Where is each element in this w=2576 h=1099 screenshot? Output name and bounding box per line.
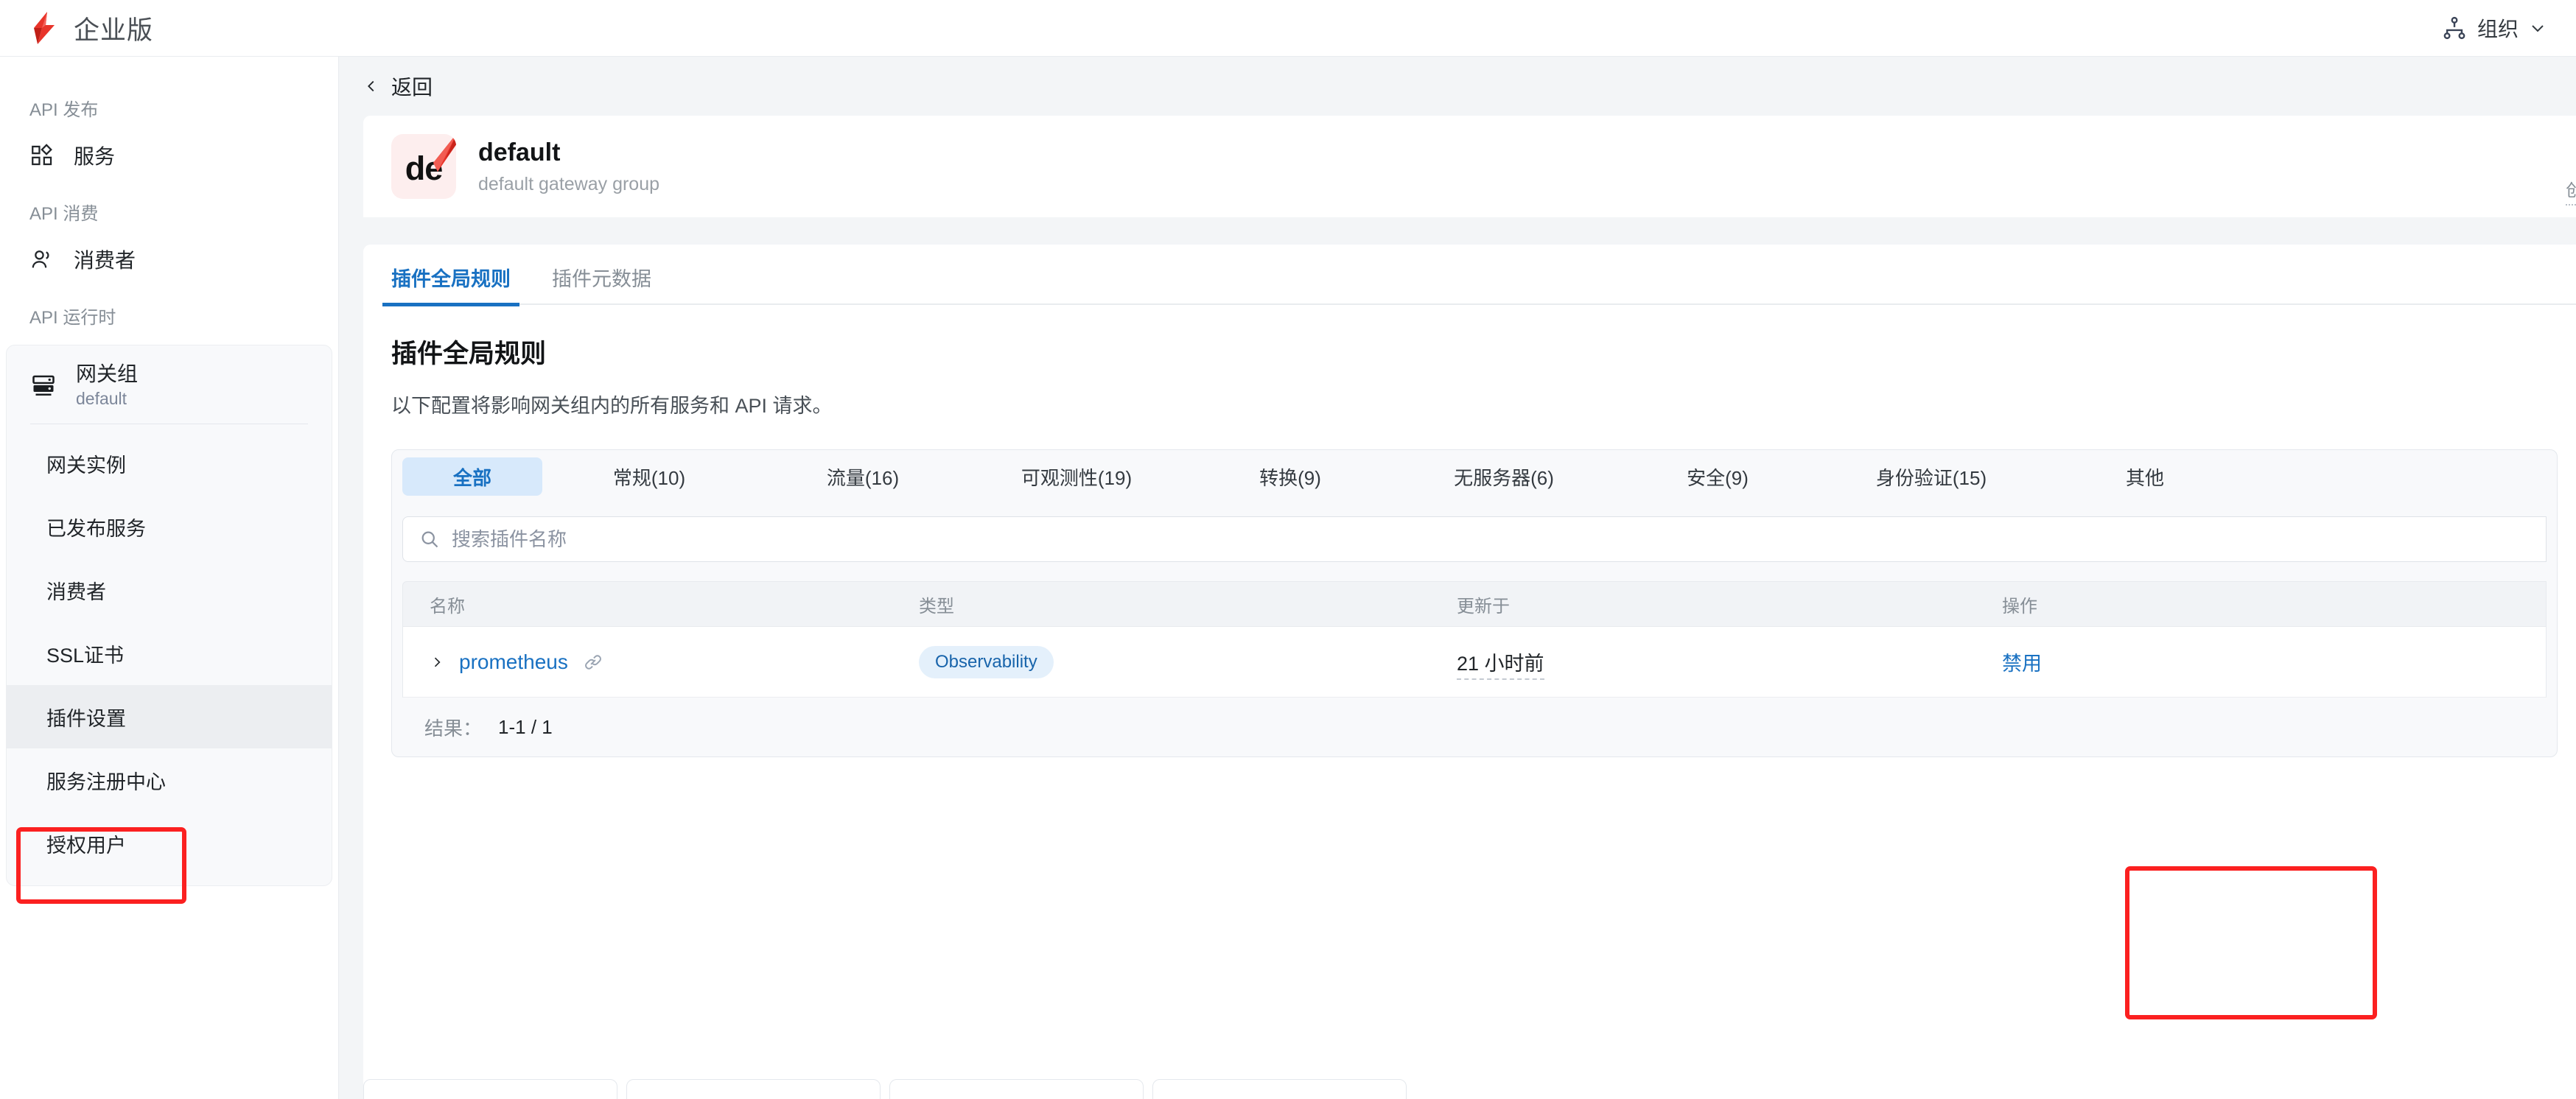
bottom-card[interactable] xyxy=(626,1079,881,1099)
bottom-card[interactable] xyxy=(889,1079,1144,1099)
created-time: 创建时间: 12 小时前 xyxy=(2566,176,2576,206)
gateway-group-title: 网关组 xyxy=(76,362,139,385)
sidebar-item-consumers-runtime[interactable]: 消费者 xyxy=(7,558,332,622)
chip-serverless[interactable]: 无服务器(6) xyxy=(1397,457,1611,496)
grid-shapes-icon xyxy=(32,144,52,166)
avatar: de xyxy=(391,134,456,199)
hero-meta: default default gateway group xyxy=(478,138,659,195)
sidebar-section-api-runtime: API 运行时 xyxy=(29,308,116,328)
chip-other[interactable]: 其他 xyxy=(2038,457,2252,496)
chip-all[interactable]: 全部 xyxy=(402,457,542,496)
sidebar-section-api-consume: API 消费 xyxy=(29,204,99,224)
brand[interactable]: 企业版 xyxy=(28,10,153,47)
search-input[interactable] xyxy=(452,527,894,551)
chip-security[interactable]: 安全(9) xyxy=(1611,457,1824,496)
plugin-panel: 插件全局规则 插件元数据 插件全局规则 以下配置将影响网关组内的所有服务和 AP… xyxy=(363,245,2576,1099)
column-header-action: 操作 xyxy=(2002,596,2037,617)
panel-description: 以下配置将影响网关组内的所有服务和 API 请求。 xyxy=(391,395,833,417)
chevron-right-icon[interactable] xyxy=(430,653,444,671)
column-header-updated: 更新于 xyxy=(1457,596,1510,617)
cell-type: Observability xyxy=(919,645,1457,678)
updated-time: 21 小时前 xyxy=(1457,653,1544,680)
org-selector[interactable]: 组织 xyxy=(2442,13,2547,43)
sidebar-section-api-publish: API 发布 xyxy=(29,100,99,120)
category-filter-row: 全部 常规(10) 流量(16) 可观测性(19) 转换(9) 无服务器(6) … xyxy=(392,450,2557,503)
sidebar-item-label: SSL证书 xyxy=(46,644,125,667)
sidebar: API 发布 服务 API 消费 消费者 API 运行时 网关组 default… xyxy=(0,57,339,1099)
server-rack-icon xyxy=(32,375,55,396)
sidebar-item-plugin-settings[interactable]: 插件设置 xyxy=(7,685,332,749)
plugin-list-container: 全部 常规(10) 流量(16) 可观测性(19) 转换(9) 无服务器(6) … xyxy=(391,449,2558,757)
page-subtitle: default gateway group xyxy=(478,173,660,194)
search-row xyxy=(392,503,2557,562)
back-label: 返回 xyxy=(391,76,433,99)
lightning-bolt-logo xyxy=(34,12,55,44)
plugin-table: 名称 类型 更新于 操作 prometheus Observability 21… xyxy=(402,581,2547,698)
status-badge: Observability xyxy=(919,645,1054,678)
chip-transformation[interactable]: 转换(9) xyxy=(1183,457,1397,496)
plugin-name-link[interactable]: prometheus xyxy=(459,650,568,674)
sidebar-item-label: 服务 xyxy=(74,145,116,168)
sidebar-item-authorized-users[interactable]: 授权用户 xyxy=(7,812,332,875)
cell-name: prometheus xyxy=(403,650,919,674)
chip-observability[interactable]: 可观测性(19) xyxy=(970,457,1183,496)
sidebar-item-ssl-certificates[interactable]: SSL证书 xyxy=(7,622,332,685)
bottom-card[interactable] xyxy=(363,1079,617,1099)
sidebar-item-label: 消费者 xyxy=(74,249,136,272)
main-content: 返回 de default default gateway group 创建时间… xyxy=(339,57,2576,1099)
sidebar-item-label: 插件设置 xyxy=(46,707,126,730)
sidebar-item-gateway-instances[interactable]: 网关实例 xyxy=(7,432,332,495)
sidebar-item-published-services[interactable]: 已发布服务 xyxy=(7,495,332,558)
sidebar-item-label: 已发布服务 xyxy=(46,517,146,540)
panel-title: 插件全局规则 xyxy=(391,340,547,368)
sidebar-item-service-registry[interactable]: 服务注册中心 xyxy=(7,748,332,812)
sidebar-item-consumers[interactable]: 消费者 xyxy=(0,235,338,284)
gateway-group-header[interactable]: 网关组 default xyxy=(7,345,332,424)
app-root: 企业版 组织 API 发布 服务 API 消费 消费者 API 运行时 网关组 … xyxy=(0,0,2576,1099)
sidebar-item-label: 授权用户 xyxy=(46,834,126,857)
chevron-down-icon xyxy=(2532,25,2544,32)
bottom-card[interactable] xyxy=(1152,1079,1407,1099)
sidebar-item-services[interactable]: 服务 xyxy=(0,131,338,180)
result-label: 结果： xyxy=(424,717,483,740)
search-box[interactable] xyxy=(402,516,2547,562)
chip-authentication[interactable]: 身份验证(15) xyxy=(1824,457,2038,496)
bottom-card-strip xyxy=(363,1079,1407,1099)
table-header-row: 名称 类型 更新于 操作 xyxy=(402,581,2547,627)
gateway-group-subtitle: default xyxy=(76,389,127,409)
disable-plugin-button[interactable]: 禁用 xyxy=(2002,653,2042,675)
tab-global-rules[interactable]: 插件全局规则 xyxy=(382,263,519,306)
link-chain-icon[interactable] xyxy=(583,652,603,673)
table-row: prometheus Observability 21 小时前 禁用 xyxy=(402,627,2547,698)
org-label: 组织 xyxy=(2477,18,2519,41)
result-summary: 结果： 1-1 / 1 xyxy=(392,698,2557,756)
sidebar-item-label: 服务注册中心 xyxy=(46,770,166,793)
chevron-left-icon xyxy=(368,80,374,92)
tab-plugin-metadata[interactable]: 插件元数据 xyxy=(552,263,651,305)
brand-name: 企业版 xyxy=(74,15,154,45)
page-title: default xyxy=(478,138,561,166)
chip-traffic[interactable]: 流量(16) xyxy=(756,457,970,496)
red-ribbon-corner xyxy=(433,134,456,172)
tab-bar: 插件全局规则 插件元数据 xyxy=(382,245,2576,306)
cell-updated: 21 小时前 xyxy=(1457,647,2002,680)
result-value: 1-1 / 1 xyxy=(498,715,553,738)
chip-general[interactable]: 常规(10) xyxy=(542,457,756,496)
tab-underline xyxy=(391,303,2576,305)
column-header-type: 类型 xyxy=(919,596,954,617)
org-hierarchy-icon xyxy=(2443,16,2465,40)
cell-action: 禁用 xyxy=(2002,647,2518,676)
top-bar: 企业版 组织 xyxy=(0,0,2576,57)
users-icon xyxy=(32,250,49,268)
gateway-group-card: 网关组 default 网关实例 已发布服务 消费者 SSL证书 插件设置 服务… xyxy=(6,345,332,887)
gateway-group-hero: de default default gateway group 创建时间: 1… xyxy=(363,116,2576,217)
back-button[interactable]: 返回 xyxy=(339,57,2576,116)
column-header-name: 名称 xyxy=(430,596,465,617)
search-icon xyxy=(421,531,438,548)
sidebar-item-label: 消费者 xyxy=(46,580,106,603)
sidebar-item-label: 网关实例 xyxy=(46,454,126,477)
